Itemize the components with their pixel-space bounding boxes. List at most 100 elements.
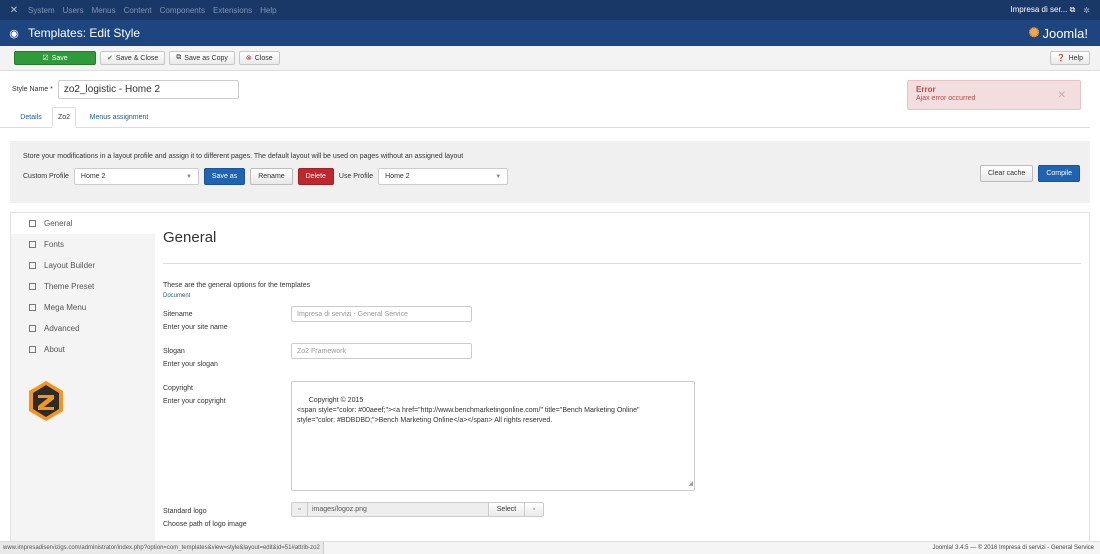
joomla-logo-text: Joomla! [1042,25,1088,41]
sidebar-item-layout-builder[interactable]: Layout Builder [11,255,155,276]
sidebar-item-label: About [44,345,65,354]
sidebar-item-about[interactable]: About [11,339,155,360]
profile-description: Store your modifications in a layout pro… [23,153,464,160]
admin-menu-bar: ✕ System Users Menus Content Components … [0,0,1100,20]
eye-icon: ◉ [9,27,19,40]
section-intro: These are the general options for the te… [163,282,311,289]
copyright-text: Copyright © 2015 <span style="color: #00… [297,397,640,424]
profile-actions: Clear cache Compile [979,165,1080,182]
sidebar-item-label: Mega Menu [44,303,87,312]
menu-item-users[interactable]: Users [63,6,84,15]
menu-item-system[interactable]: System [28,6,55,15]
resize-handle-icon[interactable]: ◢ [688,479,693,489]
sidebar-item-label: General [44,219,73,228]
square-icon [29,304,36,311]
preview-icon[interactable]: ▫ [292,503,308,516]
zo2-settings-panel: General Fonts Layout Builder Theme Prese… [10,212,1090,542]
close-icon: ⊗ [245,55,252,62]
sitename-help: Enter your site name [163,324,228,331]
chevron-down-icon: ▼ [185,173,192,180]
menu-item-menus[interactable]: Menus [92,6,116,15]
style-name-row: Style Name * zo2_logistic - Home 2 [12,80,239,99]
edit-tabs: Details Zo2 Menus assignment [0,107,1090,128]
help-button[interactable]: ❓ Help [1049,51,1090,65]
sidebar-item-advanced[interactable]: Advanced [11,318,155,339]
logo-path-input[interactable]: images/logoz.png [308,503,488,516]
tab-zo2[interactable]: Zo2 [52,107,76,128]
custom-profile-select[interactable]: Home 2 ▼ [73,168,199,185]
footer-version: Joomla! 3.4.5 — © 2016 Impresa di serviz… [932,545,1095,551]
copyright-label: Copyright [163,385,193,392]
copyright-textarea[interactable]: Copyright © 2015 <span style="color: #00… [291,381,695,491]
site-link-label: Impresa di ser... [1010,5,1068,14]
logo-picker: ▫ images/logoz.png Select ▫ [291,502,544,517]
slogan-label: Slogan [163,348,185,355]
menu-item-components[interactable]: Components [160,6,205,15]
sidebar-item-theme-preset[interactable]: Theme Preset [11,276,155,297]
zo2-logo [29,381,63,421]
sidebar-item-label: Theme Preset [44,282,95,291]
tab-details[interactable]: Details [10,107,52,128]
tab-menus-assignment[interactable]: Menus assignment [80,107,158,128]
document-link[interactable]: Document [163,293,190,299]
rename-button[interactable]: Rename [250,168,293,185]
sidebar-item-mega-menu[interactable]: Mega Menu [11,297,155,318]
style-name-input[interactable]: zo2_logistic - Home 2 [57,80,239,99]
sidebar-item-label: Fonts [44,240,65,249]
page-title: Templates: Edit Style [28,26,141,40]
copy-icon: ⧉ [176,54,182,61]
compile-button[interactable]: Compile [1038,165,1080,182]
joomla-logo: ✺ Joomla! [1029,25,1100,41]
square-icon [29,220,36,227]
check-icon: ✔ [107,55,113,62]
square-icon [29,262,36,269]
save-as-button[interactable]: Save as [203,168,246,185]
delete-button[interactable]: Delete [297,168,334,185]
sidebar-item-label: Layout Builder [44,261,96,270]
general-settings: General These are the general options fo… [155,213,1089,541]
use-profile-select[interactable]: Home 2 ▼ [378,168,509,185]
clear-cache-button[interactable]: Clear cache [979,165,1034,182]
slogan-help: Enter your slogan [163,361,218,368]
square-icon [29,241,36,248]
close-button[interactable]: ⊗ Close [238,51,280,65]
save-copy-label: Save as Copy [184,54,228,62]
style-name-label: Style Name * [12,86,53,93]
save-copy-button[interactable]: ⧉ Save as Copy [169,51,235,65]
chevron-down-icon: ▼ [495,173,502,180]
settings-sidebar: General Fonts Layout Builder Theme Prese… [11,213,155,541]
save-icon: ☑ [42,55,49,62]
menu-item-help[interactable]: Help [260,6,276,15]
alert-close-icon[interactable]: ✕ [1058,90,1066,101]
layout-profile-panel: Store your modifications in a layout pro… [10,141,1090,203]
custom-profile-value: Home 2 [80,173,106,180]
slogan-input[interactable]: Zo2 Framework [291,343,472,359]
sidebar-item-general[interactable]: General [11,213,155,234]
page-header: ◉ Templates: Edit Style ✺ Joomla! [0,20,1100,46]
joomla-logo-icon: ✺ [1028,25,1040,40]
section-heading: General [163,229,217,246]
help-icon: ❓ [1056,55,1066,62]
square-icon [29,346,36,353]
topbar-right: Impresa di ser... ⧉ ✲ [1010,5,1100,15]
help-label: Help [1068,54,1083,62]
save-close-button[interactable]: ✔ Save & Close [100,51,166,65]
close-label: Close [254,54,273,62]
sidebar-item-fonts[interactable]: Fonts [11,234,155,255]
logo-select-button[interactable]: Select [488,503,524,516]
menu-item-content[interactable]: Content [124,6,152,15]
menu-item-extensions[interactable]: Extensions [213,6,252,15]
alert-message: Ajax error occurred [916,95,976,102]
user-settings-icon[interactable]: ✲ [1083,6,1090,15]
site-link[interactable]: Impresa di ser... ⧉ [1010,5,1075,15]
sitename-input[interactable]: Impresa di servizi - General Service [291,306,472,322]
use-profile-value: Home 2 [385,173,410,180]
save-close-label: Save & Close [115,54,159,62]
status-url: www.impresadiservizigs.com/administrator… [0,542,324,554]
save-button[interactable]: ☑ Save [14,51,96,65]
alert-title: Error [916,85,936,94]
square-icon [29,325,36,332]
logo-label: Standard logo [163,508,207,515]
joomla-icon[interactable]: ✕ [0,5,28,16]
clear-icon[interactable]: ▫ [524,503,543,516]
